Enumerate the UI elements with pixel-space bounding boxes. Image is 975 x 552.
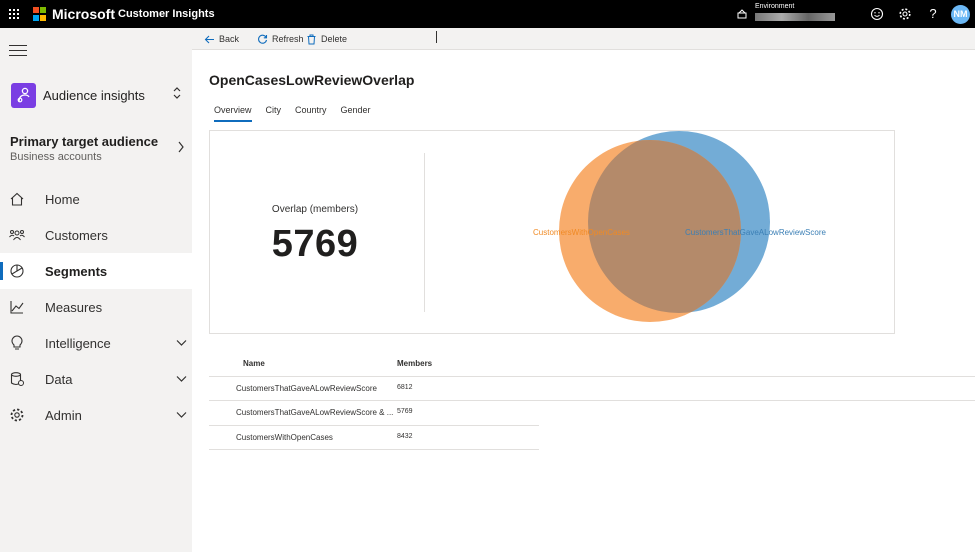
target-audience-title: Primary target audience bbox=[10, 134, 159, 149]
back-arrow-icon bbox=[204, 35, 214, 43]
audience-insights-app-icon bbox=[11, 83, 36, 108]
gear-icon bbox=[10, 408, 24, 422]
sidebar-item-label: Intelligence bbox=[45, 336, 111, 351]
venn-diagram: CustomersWithOpenCases CustomersThatGave… bbox=[533, 131, 826, 322]
back-label: Back bbox=[219, 34, 240, 44]
chevron-down-icon[interactable] bbox=[176, 411, 187, 419]
lightbulb-icon bbox=[11, 335, 23, 350]
segments-icon bbox=[10, 264, 24, 278]
app-switcher-title[interactable]: Audience insights bbox=[43, 88, 145, 103]
sidebar-item-data[interactable]: Data bbox=[0, 361, 192, 397]
sidebar: Audience insights Primary target audienc… bbox=[0, 28, 192, 552]
gear-icon[interactable] bbox=[898, 7, 912, 21]
tab-country[interactable]: Country bbox=[295, 105, 327, 122]
smiley-icon[interactable] bbox=[870, 7, 884, 21]
venn-label-low-review: CustomersThatGaveALowReviewScore bbox=[685, 228, 826, 237]
row-members: 8432 bbox=[397, 433, 413, 440]
row-name: CustomersThatGaveALowReviewScore bbox=[236, 384, 377, 393]
waffle-icon[interactable] bbox=[9, 9, 19, 19]
table-row[interactable]: CustomersWithOpenCases 8432 bbox=[209, 425, 539, 449]
back-button[interactable]: Back bbox=[204, 32, 239, 46]
tab-overview[interactable]: Overview bbox=[214, 105, 252, 122]
chevron-up-down-icon[interactable] bbox=[171, 85, 183, 101]
environment-icon[interactable] bbox=[737, 9, 747, 19]
tab-list: Overview City Country Gender bbox=[214, 105, 385, 122]
column-header-name[interactable]: Name bbox=[243, 359, 265, 368]
refresh-button[interactable]: Refresh bbox=[257, 32, 304, 46]
overlap-value: 5769 bbox=[271, 223, 359, 265]
table-row[interactable]: CustomersThatGaveALowReviewScore 6812 bbox=[209, 376, 975, 400]
environment-picker[interactable]: Environment bbox=[755, 3, 835, 21]
sidebar-item-label: Segments bbox=[45, 264, 108, 279]
row-name: CustomersWithOpenCases bbox=[236, 433, 333, 442]
sidebar-nav: Home Customers Segments Measures Intelli… bbox=[0, 181, 192, 433]
tab-city[interactable]: City bbox=[266, 105, 282, 122]
tab-gender[interactable]: Gender bbox=[341, 105, 371, 122]
data-icon bbox=[10, 372, 24, 386]
overlap-label: Overlap (members) bbox=[271, 204, 359, 215]
environment-value-redacted bbox=[755, 13, 835, 21]
sidebar-item-label: Home bbox=[45, 192, 80, 207]
sidebar-item-intelligence[interactable]: Intelligence bbox=[0, 325, 192, 361]
help-icon[interactable]: ? bbox=[928, 6, 938, 21]
sidebar-item-label: Measures bbox=[45, 300, 103, 315]
command-separator bbox=[436, 31, 437, 43]
column-header-members[interactable]: Members bbox=[397, 359, 432, 368]
microsoft-logo bbox=[33, 7, 47, 21]
delete-label: Delete bbox=[321, 34, 348, 44]
target-audience-subtitle: Business accounts bbox=[10, 151, 102, 163]
delete-button[interactable]: Delete bbox=[306, 32, 347, 46]
sidebar-item-customers[interactable]: Customers bbox=[0, 217, 192, 253]
sidebar-item-admin[interactable]: Admin bbox=[0, 397, 192, 433]
app-name[interactable]: Customer Insights bbox=[118, 8, 215, 20]
row-members: 6812 bbox=[397, 384, 413, 391]
sidebar-item-label: Customers bbox=[45, 228, 108, 243]
customers-icon bbox=[9, 230, 25, 241]
command-bar: Back Refresh Delete bbox=[192, 28, 975, 50]
brand-name: Microsoft bbox=[52, 6, 115, 22]
chevron-right-icon[interactable] bbox=[177, 141, 185, 153]
avatar[interactable]: NM bbox=[951, 5, 970, 24]
sidebar-item-label: Data bbox=[45, 372, 73, 387]
home-icon bbox=[10, 192, 24, 206]
target-audience-selector[interactable]: Primary target audience Business account… bbox=[10, 134, 158, 163]
chevron-down-icon[interactable] bbox=[176, 339, 187, 347]
sidebar-item-segments[interactable]: Segments bbox=[0, 253, 192, 289]
row-name: CustomersThatGaveALowReviewScore & ... bbox=[236, 408, 394, 417]
environment-label: Environment bbox=[755, 3, 795, 10]
overview-card: Overlap (members) 5769 CustomersWithOpen… bbox=[209, 130, 895, 334]
chevron-down-icon[interactable] bbox=[176, 375, 187, 383]
sidebar-item-home[interactable]: Home bbox=[0, 181, 192, 217]
venn-label-open-cases: CustomersWithOpenCases bbox=[533, 228, 630, 237]
row-members: 5769 bbox=[397, 408, 413, 415]
hamburger-menu-icon[interactable] bbox=[9, 45, 27, 57]
measures-icon bbox=[10, 301, 24, 314]
sidebar-item-label: Admin bbox=[45, 408, 82, 423]
top-bar: Microsoft Customer Insights Environment … bbox=[0, 0, 975, 28]
table-bottom-border bbox=[209, 449, 539, 450]
trash-icon bbox=[307, 34, 316, 44]
refresh-icon bbox=[258, 34, 268, 44]
table-row[interactable]: CustomersThatGaveALowReviewScore & ... 5… bbox=[209, 400, 975, 424]
page-title: OpenCasesLowReviewOverlap bbox=[209, 72, 415, 88]
refresh-label: Refresh bbox=[272, 34, 304, 44]
sidebar-item-measures[interactable]: Measures bbox=[0, 289, 192, 325]
